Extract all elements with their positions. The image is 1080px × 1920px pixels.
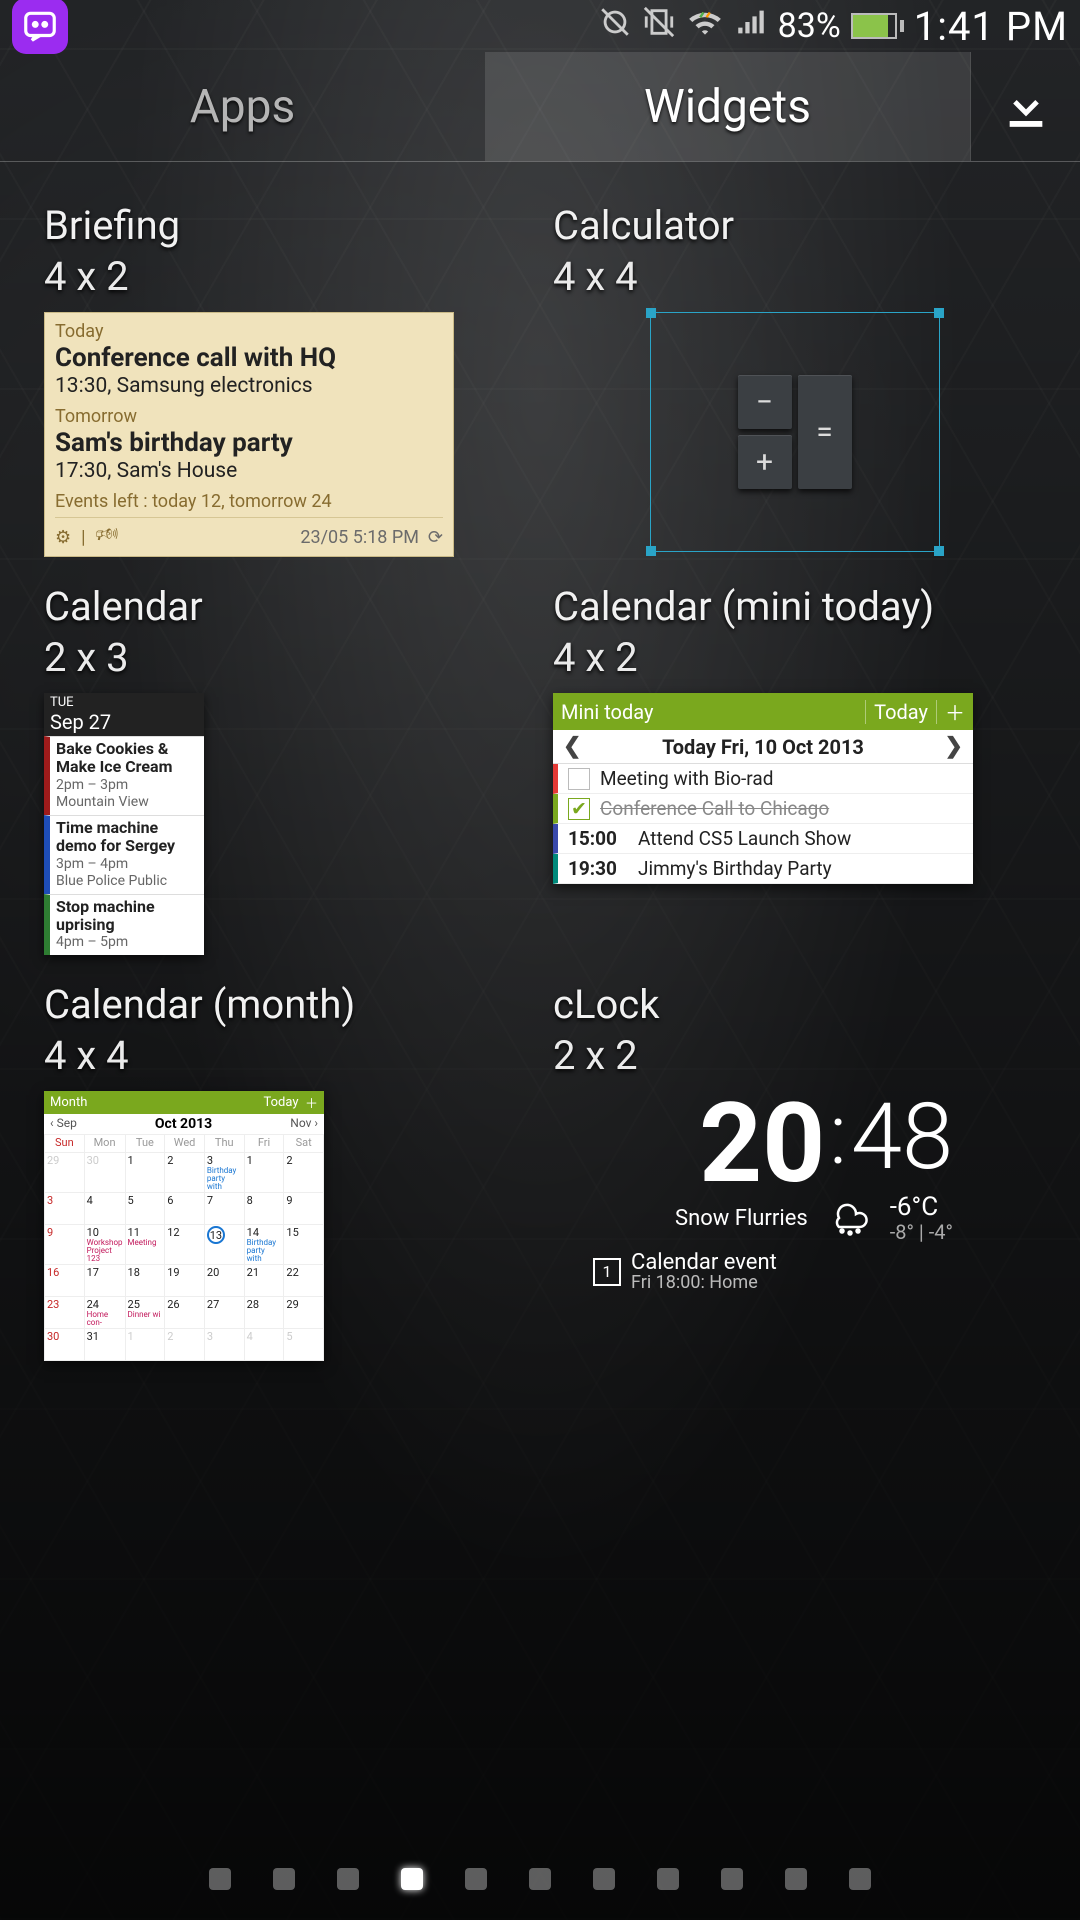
page-dot[interactable] bbox=[721, 1868, 743, 1890]
page-dot[interactable] bbox=[785, 1868, 807, 1890]
widget-calculator[interactable]: Calculator 4 x 4 − = + bbox=[553, 202, 1036, 557]
calendar-agenda-preview: TUE Sep 27 Bake Cookies & Make Ice Cream… bbox=[44, 693, 204, 955]
plus-icon: ＋ bbox=[305, 1093, 318, 1112]
page-dot[interactable] bbox=[337, 1868, 359, 1890]
alarm-off-icon bbox=[598, 5, 632, 48]
download-button[interactable] bbox=[970, 52, 1080, 161]
snow-cloud-icon bbox=[824, 1196, 874, 1240]
page-dot[interactable] bbox=[849, 1868, 871, 1890]
widget-size: 4 x 2 bbox=[553, 634, 1036, 681]
widget-size: 4 x 4 bbox=[553, 253, 1036, 300]
widget-grid: Briefing 4 x 2 Today Conference call wit… bbox=[0, 162, 1080, 1361]
speaker-icon: 🕬 bbox=[96, 522, 119, 552]
page-dot[interactable] bbox=[529, 1868, 551, 1890]
month-preview: Month Today ＋ ‹ Sep Oct 2013 Nov › Sun M… bbox=[44, 1091, 324, 1361]
widget-clock[interactable]: cLock 2 x 2 20 : 48 Snow Flurries -6°C -… bbox=[553, 981, 1036, 1361]
status-clock: 1:41 PM bbox=[914, 3, 1068, 50]
plus-icon: ＋ bbox=[945, 697, 965, 726]
widget-title: cLock bbox=[553, 981, 1036, 1028]
page-dot[interactable] bbox=[593, 1868, 615, 1890]
calendar-icon: 1 bbox=[593, 1258, 621, 1286]
quickmemo-icon bbox=[12, 0, 68, 54]
tab-bar: Apps Widgets bbox=[0, 52, 1080, 162]
page-dot[interactable] bbox=[657, 1868, 679, 1890]
calculator-preview: − = + bbox=[650, 312, 940, 552]
clock-preview: 20 : 48 Snow Flurries -6°C -8° | -4° 1 bbox=[553, 1091, 953, 1293]
widget-calendar-agenda[interactable]: Calendar 2 x 3 TUE Sep 27 Bake Cookies &… bbox=[44, 583, 527, 955]
chevron-left-icon: ❮ bbox=[563, 734, 581, 759]
battery-percent: 83% bbox=[778, 6, 841, 46]
widget-title: Calendar bbox=[44, 583, 527, 630]
checkbox-empty-icon bbox=[568, 768, 590, 790]
checkbox-checked-icon: ✔ bbox=[568, 798, 590, 820]
status-bar: 83% 1:41 PM bbox=[0, 0, 1080, 52]
calc-minus-key: − bbox=[738, 375, 792, 429]
vibrate-icon bbox=[642, 5, 676, 48]
widget-title: Calculator bbox=[553, 202, 1036, 249]
page-indicator[interactable] bbox=[0, 1868, 1080, 1890]
tab-apps[interactable]: Apps bbox=[0, 52, 485, 161]
page-dot[interactable] bbox=[273, 1868, 295, 1890]
calc-equals-key: = bbox=[798, 375, 852, 489]
battery-icon bbox=[851, 13, 904, 39]
tab-widgets[interactable]: Widgets bbox=[485, 52, 970, 161]
page-dot[interactable] bbox=[465, 1868, 487, 1890]
mini-today-preview: Mini today Today ＋ ❮ Today Fri, 10 Oct 2… bbox=[553, 693, 973, 884]
widget-briefing[interactable]: Briefing 4 x 2 Today Conference call wit… bbox=[44, 202, 527, 557]
page-dot[interactable] bbox=[209, 1868, 231, 1890]
widget-size: 2 x 3 bbox=[44, 634, 527, 681]
widget-size: 2 x 2 bbox=[553, 1032, 1036, 1079]
wifi-icon bbox=[686, 5, 724, 48]
widget-title: Briefing bbox=[44, 202, 527, 249]
refresh-icon: ⟳ bbox=[428, 527, 443, 548]
widget-size: 4 x 2 bbox=[44, 253, 527, 300]
briefing-preview: Today Conference call with HQ 13:30, Sam… bbox=[44, 312, 454, 557]
calc-plus-key: + bbox=[738, 435, 792, 489]
chevron-right-icon: ❯ bbox=[945, 734, 963, 759]
widget-calendar-mini-today[interactable]: Calendar (mini today) 4 x 2 Mini today T… bbox=[553, 583, 1036, 955]
widget-title: Calendar (mini today) bbox=[553, 583, 1036, 630]
gear-icon: ⚙ bbox=[55, 527, 71, 548]
widget-size: 4 x 4 bbox=[44, 1032, 527, 1079]
signal-icon bbox=[734, 5, 768, 48]
page-dot[interactable] bbox=[401, 1868, 423, 1890]
widget-title: Calendar (month) bbox=[44, 981, 527, 1028]
widget-calendar-month[interactable]: Calendar (month) 4 x 4 Month Today ＋ ‹ S… bbox=[44, 981, 527, 1361]
